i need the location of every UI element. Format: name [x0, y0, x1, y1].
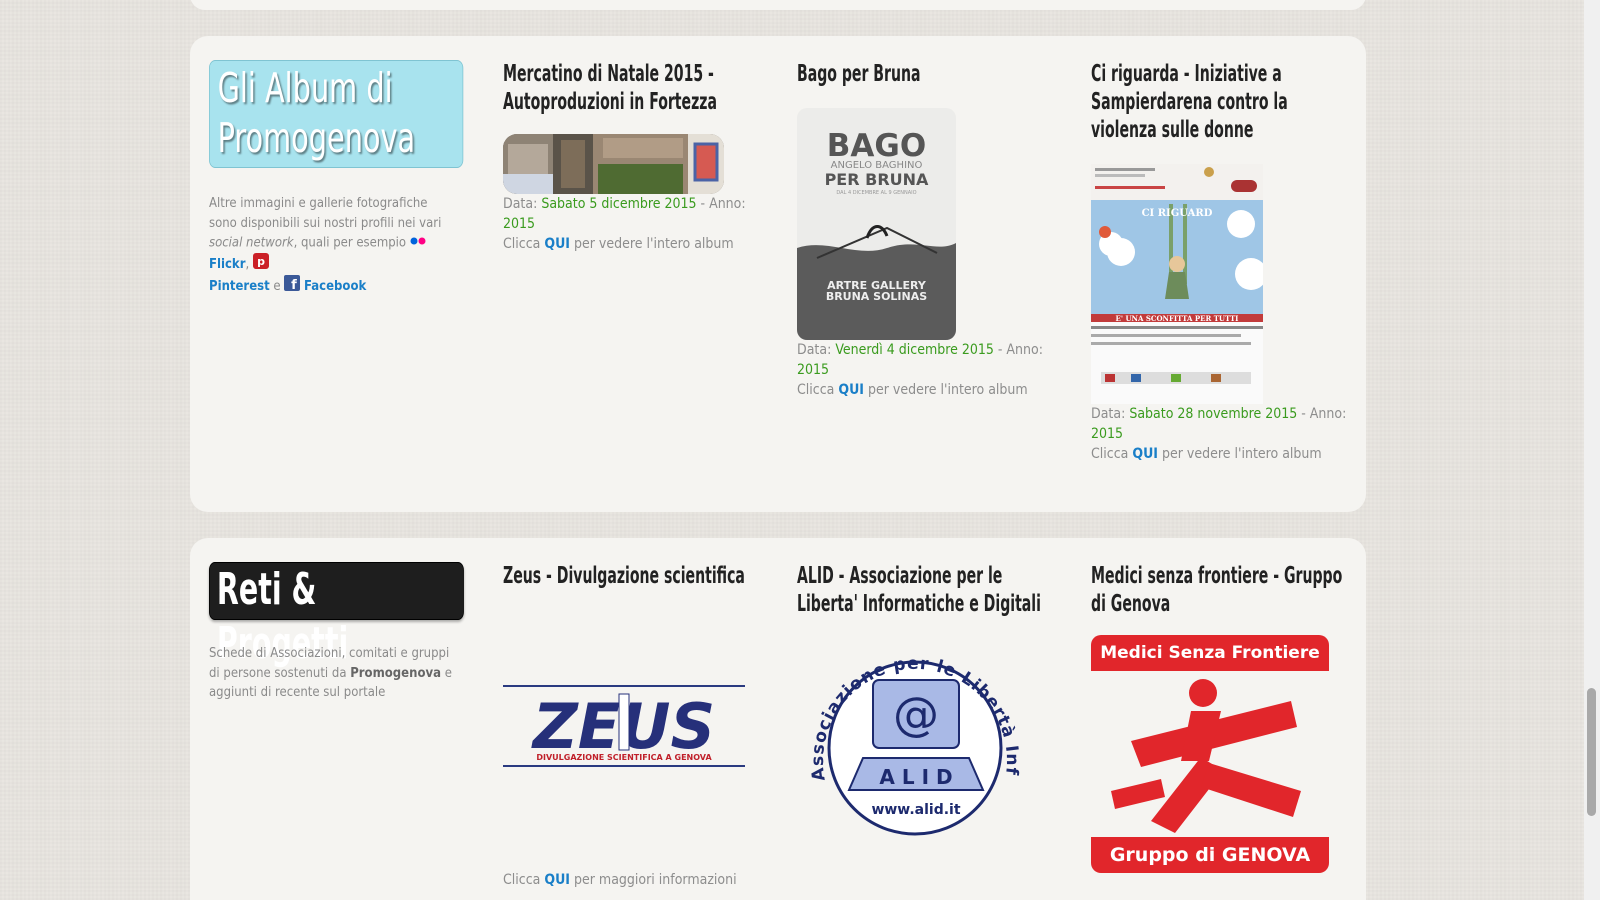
msf-bottom-banner: Gruppo di GENOVA [1091, 837, 1329, 873]
zeus-logo[interactable]: ZEUS DIVULGAZIONE SCIENTIFICA A GENOVA [503, 684, 745, 770]
flickr-link[interactable]: Flickr [209, 257, 245, 272]
alid-name: A L I D [879, 765, 952, 789]
album-title[interactable]: Ci riguarda - Iniziative a Sampierdarena… [1091, 60, 1351, 144]
project-title[interactable]: ALID - Associazione per le Liberta' Info… [797, 562, 1057, 618]
poster-gallery: ARTRE GALLERY BRUNA SOLINAS [825, 279, 928, 303]
albums-section: Gli Album di Promogenova Altre immagini … [190, 36, 1366, 512]
album-item: Mercatino di Natale 2015 - Autoproduzion… [503, 60, 763, 116]
album-year: 2015 [797, 362, 830, 378]
poster-title: BAGO [826, 128, 927, 164]
facebook-icon: f [284, 275, 301, 298]
album-date: Sabato 5 dicembre 2015 [541, 196, 697, 212]
project-item: Medici senza frontiere - Gruppo di Genov… [1091, 562, 1351, 618]
albums-heading: Gli Album di Promogenova [209, 60, 464, 168]
album-thumbnail[interactable] [503, 134, 724, 194]
msf-runner-icon [1111, 679, 1301, 833]
album-title[interactable]: Bago per Bruna [797, 60, 1057, 88]
market-photo-icon [503, 134, 724, 194]
project-item: Zeus - Divulgazione scientifica [503, 562, 763, 590]
svg-text:p: p [257, 255, 265, 268]
album-qui-link[interactable]: QUI [1132, 446, 1158, 462]
project-title[interactable]: Medici senza frontiere - Gruppo di Genov… [1091, 562, 1351, 618]
scrollbar-thumb[interactable] [1587, 688, 1596, 816]
poster-heading: CI RIGUARD [1141, 208, 1213, 219]
alid-logo[interactable]: Associazione per le Libertà Informatiche… [797, 630, 1033, 866]
album-poster-bago[interactable]: BAGO ANGELO BAGHINO PER BRUNA DAL 4 DICE… [797, 108, 956, 340]
flickr-icon [410, 233, 426, 253]
alid-at-symbol: @ [893, 687, 939, 741]
album-meta: Data: Sabato 5 dicembre 2015 - Anno: 201… [503, 196, 746, 252]
scrollbar[interactable] [1584, 0, 1600, 900]
poster-illustration-icon [1091, 164, 1263, 384]
svg-text:f: f [292, 278, 298, 291]
album-meta: Data: Sabato 28 novembre 2015 - Anno: 20… [1091, 406, 1347, 462]
album-qui-link[interactable]: QUI [544, 236, 570, 252]
facebook-link[interactable]: Facebook [304, 279, 366, 294]
album-poster-ciriguarda[interactable]: CI RIGUARD E' UNA SCONFITTA PER TUTTI [1091, 164, 1263, 404]
alid-logo-icon: Associazione per le Libertà Informatiche… [797, 630, 1021, 836]
album-date: Sabato 28 novembre 2015 [1129, 406, 1298, 422]
album-date: Venerdì 4 dicembre 2015 [835, 342, 994, 358]
album-qui-link[interactable]: QUI [838, 382, 864, 398]
album-year: 2015 [503, 216, 536, 232]
alid-url: www.alid.it [871, 802, 960, 818]
poster-per-bruna: PER BRUNA [824, 170, 929, 189]
msf-logo[interactable]: Medici Senza Frontiere Gruppo di GENOVA [1091, 635, 1329, 875]
poster-dates: DAL 4 DICEMBRE AL 9 GENNAIO [836, 190, 917, 196]
project-qui-link[interactable]: QUI [544, 872, 570, 888]
album-year: 2015 [1091, 426, 1124, 442]
msf-top-banner: Medici Senza Frontiere [1091, 635, 1329, 671]
zeus-logo-icon: ZEUS DIVULGAZIONE SCIENTIFICA A GENOVA [503, 685, 745, 767]
social-network-italic: social network [209, 235, 294, 251]
previous-section-card [190, 0, 1366, 10]
albums-description: Altre immagini e gallerie fotografiche s… [209, 194, 459, 298]
album-item: Ci riguarda - Iniziative a Sampierdarena… [1091, 60, 1351, 144]
reti-heading: Reti & Progetti [209, 562, 464, 669]
reti-section: Reti & Progetti Schede di Associazioni, … [190, 538, 1366, 900]
album-title[interactable]: Mercatino di Natale 2015 - Autoproduzion… [503, 60, 763, 116]
poster-footer: E' UNA SCONFITTA PER TUTTI [1115, 314, 1239, 323]
album-item: Bago per Bruna [797, 60, 1057, 88]
project-meta: Clicca QUI per maggiori informazioni [503, 872, 737, 888]
album-meta: Data: Venerdì 4 dicembre 2015 - Anno: 20… [797, 342, 1043, 398]
zeus-logo-sub: DIVULGAZIONE SCIENTIFICA A GENOVA [536, 753, 712, 762]
project-item: ALID - Associazione per le Liberta' Info… [797, 562, 1057, 618]
project-title[interactable]: Zeus - Divulgazione scientifica [503, 562, 763, 590]
reti-description: Schede di Associazioni, comitati e grupp… [209, 646, 452, 700]
pinterest-link[interactable]: Pinterest [209, 279, 270, 294]
pinterest-icon: p [252, 252, 269, 276]
